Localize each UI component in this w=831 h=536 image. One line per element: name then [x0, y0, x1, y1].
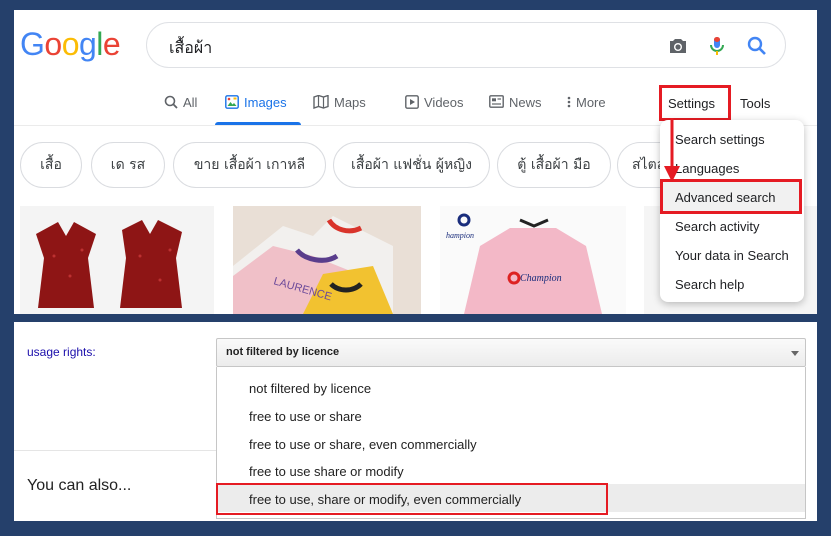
- search-box[interactable]: เสื้อผ้า: [146, 22, 786, 68]
- menu-item-search-settings[interactable]: Search settings: [675, 132, 765, 147]
- image-icon: [225, 95, 239, 109]
- you-can-also-heading: You can also...: [27, 477, 132, 494]
- image-thumbnail[interactable]: LAURENCE: [233, 206, 421, 314]
- tab-more[interactable]: More: [567, 90, 606, 126]
- chip[interactable]: เด รส: [91, 142, 165, 188]
- tab-all[interactable]: All: [164, 90, 197, 126]
- tshirts-image: LAURENCE: [233, 216, 393, 314]
- red-top-image: [36, 220, 182, 308]
- image-thumbnail[interactable]: hampion Champion: [440, 206, 626, 314]
- chip[interactable]: เสื้อผ้า แฟชั่น ผู้หญิง: [333, 142, 490, 188]
- search-input[interactable]: เสื้อผ้า: [169, 36, 212, 61]
- option-use-share-commercially[interactable]: free to use or share, even commercially: [249, 437, 477, 452]
- section-divider: [14, 450, 216, 451]
- chip[interactable]: เสื้อ: [20, 142, 82, 188]
- red-arrow-icon: [664, 118, 680, 182]
- menu-item-search-help[interactable]: Search help: [675, 277, 744, 292]
- tools-button[interactable]: Tools: [740, 96, 770, 111]
- tab-maps[interactable]: Maps: [313, 90, 366, 126]
- svg-text:hampion: hampion: [446, 231, 474, 240]
- advanced-search-panel: usage rights: not filtered by licence Yo…: [14, 322, 817, 521]
- camera-icon[interactable]: [666, 34, 690, 58]
- settings-highlight-box: [659, 85, 731, 121]
- menu-item-search-activity[interactable]: Search activity: [675, 219, 760, 234]
- chip[interactable]: ตู้ เสื้อผ้า มือ: [497, 142, 611, 188]
- champion-sweater-image: hampion Champion: [446, 213, 602, 314]
- search-icon[interactable]: [745, 34, 769, 58]
- tab-news[interactable]: News: [489, 90, 542, 126]
- usage-rights-select[interactable]: not filtered by licence: [216, 338, 806, 367]
- usage-rights-label: usage rights:: [27, 345, 96, 359]
- google-images-panel: Google เสื้อผ้า All Images Maps Videos N…: [14, 10, 817, 314]
- option-use-or-share[interactable]: free to use or share: [249, 409, 362, 424]
- menu-item-your-data[interactable]: Your data in Search: [675, 248, 789, 263]
- usage-rights-selected: not filtered by licence: [226, 346, 340, 358]
- menu-item-advanced-search[interactable]: Advanced search: [675, 190, 775, 205]
- video-icon: [405, 95, 419, 109]
- news-icon: [489, 95, 504, 108]
- chip[interactable]: ขาย เสื้อผ้า เกาหลี: [173, 142, 326, 188]
- tab-videos[interactable]: Videos: [405, 90, 464, 126]
- more-vert-icon: [567, 96, 571, 108]
- menu-item-languages[interactable]: Languages: [675, 161, 739, 176]
- option-use-share-modify[interactable]: free to use share or modify: [249, 464, 404, 479]
- map-icon: [313, 95, 329, 109]
- chevron-down-icon: [791, 351, 799, 356]
- option-not-filtered[interactable]: not filtered by licence: [249, 381, 371, 396]
- search-icon: [164, 95, 178, 109]
- google-logo[interactable]: Google: [20, 26, 121, 63]
- microphone-icon[interactable]: [705, 34, 729, 58]
- image-thumbnail[interactable]: [20, 206, 214, 314]
- champion-logo-text: Champion: [520, 273, 562, 284]
- tab-images[interactable]: Images: [225, 90, 287, 126]
- option-highlight-box: [216, 483, 608, 515]
